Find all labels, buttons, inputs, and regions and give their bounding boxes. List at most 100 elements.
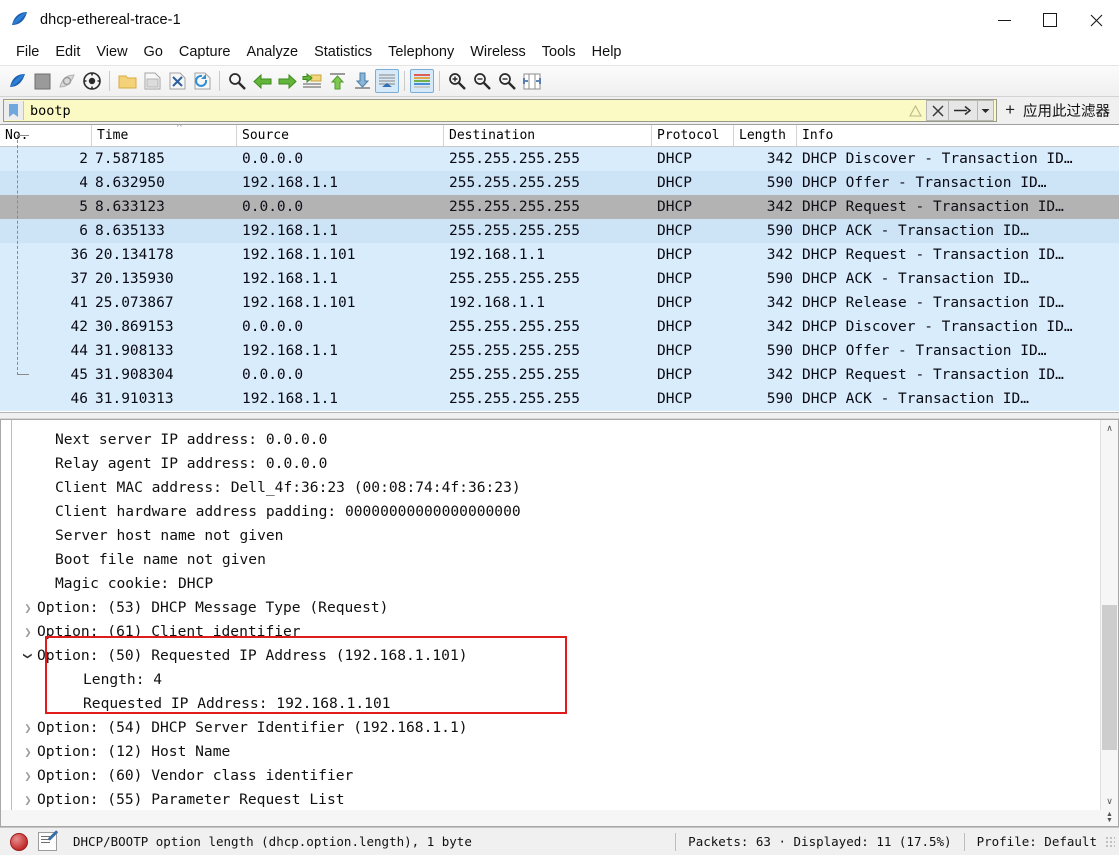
- display-filter-value[interactable]: bootp: [24, 103, 905, 119]
- packet-list-rows[interactable]: 2 7.587185 0.0.0.0 255.255.255.255 DHCP 342 DH…: [0, 147, 1119, 411]
- go-to-packet-icon[interactable]: [300, 69, 324, 93]
- detail-tree-row[interactable]: Magic cookie: DHCP: [1, 572, 1100, 596]
- detail-tree-row[interactable]: Requested IP Address: 192.168.1.101: [1, 692, 1100, 716]
- chevron-right-icon[interactable]: ❯: [19, 596, 37, 620]
- scroll-stepper-icon[interactable]: ▲ ▼: [1101, 811, 1118, 825]
- colorize-icon[interactable]: [410, 69, 434, 93]
- auto-scroll-icon[interactable]: [375, 69, 399, 93]
- table-row[interactable]: 37 20.135930 192.168.1.1 255.255.255.255 DHC…: [0, 267, 1119, 291]
- zoom-reset-icon[interactable]: [495, 69, 519, 93]
- detail-tree-label: Option: (12) Host Name: [37, 743, 231, 760]
- restart-capture-icon[interactable]: [55, 69, 79, 93]
- go-first-packet-icon[interactable]: [325, 69, 349, 93]
- detail-tree-row[interactable]: Relay agent IP address: 0.0.0.0: [1, 452, 1100, 476]
- detail-tree-row[interactable]: ❯ Option: (61) Client identifier: [1, 620, 1100, 644]
- pane-divider[interactable]: [0, 412, 1119, 419]
- menu-view[interactable]: View: [88, 41, 135, 64]
- resize-grip-icon[interactable]: [1105, 835, 1115, 848]
- column-header-no[interactable]: No.: [0, 125, 92, 146]
- go-forward-icon[interactable]: [275, 69, 299, 93]
- chevron-right-icon[interactable]: ❯: [19, 716, 37, 740]
- scroll-thumb[interactable]: [1102, 605, 1117, 750]
- packet-detail-tree[interactable]: Next server IP address: 0.0.0.0 Relay age…: [1, 420, 1100, 810]
- save-file-icon[interactable]: [140, 69, 164, 93]
- detail-tree-row[interactable]: ❯ Option: (54) DHCP Server Identifier (19…: [1, 716, 1100, 740]
- packet-list-pane[interactable]: No. Time Source Destination Protocol Len…: [0, 124, 1119, 412]
- detail-tree-row[interactable]: Length: 4: [1, 668, 1100, 692]
- close-button[interactable]: [1073, 0, 1119, 40]
- detail-tree-row[interactable]: Boot file name not given: [1, 548, 1100, 572]
- column-header-length[interactable]: Length: [734, 125, 797, 146]
- expert-info-red-circle-icon[interactable]: [10, 832, 28, 851]
- table-row[interactable]: 5 8.633123 0.0.0.0 255.255.255.255 DHCP 342 DH…: [0, 195, 1119, 219]
- detail-tree-row[interactable]: ❯ Option: (12) Host Name: [1, 740, 1100, 764]
- scroll-up-arrow-icon[interactable]: ∧: [1101, 420, 1118, 437]
- resize-columns-icon[interactable]: [520, 69, 544, 93]
- scroll-track[interactable]: [1101, 437, 1118, 793]
- table-row[interactable]: 41 25.073867 192.168.1.101 192.168.1.1 DHCP 3…: [0, 291, 1119, 315]
- detail-tree-row[interactable]: ❯ Option: (60) Vendor class identifier: [1, 764, 1100, 788]
- menu-capture[interactable]: Capture: [171, 41, 239, 64]
- menu-file[interactable]: File: [8, 41, 47, 64]
- cell-destination: 192.168.1.1: [449, 295, 546, 311]
- detail-tree-row[interactable]: Client hardware address padding: 0000000…: [1, 500, 1100, 524]
- zoom-out-icon[interactable]: [470, 69, 494, 93]
- clear-filter-icon[interactable]: [926, 100, 950, 121]
- start-capture-icon[interactable]: [5, 69, 29, 93]
- maximize-button[interactable]: [1027, 0, 1073, 40]
- find-packet-icon[interactable]: [225, 69, 249, 93]
- capture-file-comment-icon[interactable]: [38, 832, 57, 851]
- menu-help[interactable]: Help: [584, 41, 630, 64]
- detail-tree-row[interactable]: ❯ Option: (55) Parameter Request List: [1, 788, 1100, 810]
- table-row[interactable]: 46 31.910313 192.168.1.1 255.255.255.255 DHC…: [0, 387, 1119, 411]
- menu-telephony[interactable]: Telephony: [380, 41, 462, 64]
- bookmark-icon[interactable]: [4, 101, 24, 120]
- column-header-destination[interactable]: Destination: [444, 125, 652, 146]
- cell-time: 20.135930: [95, 271, 174, 287]
- menu-go[interactable]: Go: [136, 41, 171, 64]
- minimize-button[interactable]: [981, 0, 1027, 40]
- menu-analyze[interactable]: Analyze: [238, 41, 306, 64]
- table-row[interactable]: 42 30.869153 0.0.0.0 255.255.255.255 DHCP 342…: [0, 315, 1119, 339]
- column-header-protocol[interactable]: Protocol: [652, 125, 734, 146]
- chevron-right-icon[interactable]: ❯: [19, 788, 37, 810]
- display-filter-input[interactable]: bootp: [3, 99, 998, 122]
- detail-vertical-scrollbar[interactable]: ∧ ∨: [1100, 420, 1118, 810]
- apply-filter-arrow-icon[interactable]: [948, 100, 979, 121]
- table-row[interactable]: 2 7.587185 0.0.0.0 255.255.255.255 DHCP 342 DH…: [0, 147, 1119, 171]
- menu-statistics[interactable]: Statistics: [306, 41, 380, 64]
- table-row[interactable]: 36 20.134178 192.168.1.101 192.168.1.1 DHCP 3…: [0, 243, 1119, 267]
- add-filter-button[interactable]: +: [997, 101, 1023, 119]
- reload-file-icon[interactable]: [190, 69, 214, 93]
- menu-tools[interactable]: Tools: [534, 41, 584, 64]
- go-last-packet-icon[interactable]: [350, 69, 374, 93]
- detail-bottom-scrollbar[interactable]: ▲ ▼: [0, 810, 1119, 827]
- filter-history-dropdown-icon[interactable]: [977, 100, 995, 121]
- detail-tree-row[interactable]: Server host name not given: [1, 524, 1100, 548]
- column-header-info[interactable]: Info: [797, 125, 1119, 146]
- packet-detail-pane[interactable]: Next server IP address: 0.0.0.0 Relay age…: [0, 419, 1119, 810]
- table-row[interactable]: 45 31.908304 0.0.0.0 255.255.255.255 DHCP 342…: [0, 363, 1119, 387]
- chevron-right-icon[interactable]: ❯: [19, 620, 37, 644]
- table-row[interactable]: 6 8.635133 192.168.1.1 255.255.255.255 DHCP 5…: [0, 219, 1119, 243]
- table-row[interactable]: 44 31.908133 192.168.1.1 255.255.255.255 DHC…: [0, 339, 1119, 363]
- detail-tree-row[interactable]: Next server IP address: 0.0.0.0: [1, 428, 1100, 452]
- chevron-right-icon[interactable]: ❯: [19, 764, 37, 788]
- detail-tree-row[interactable]: Client MAC address: Dell_4f:36:23 (00:08…: [1, 476, 1100, 500]
- go-back-icon[interactable]: [250, 69, 274, 93]
- stop-capture-icon[interactable]: [30, 69, 54, 93]
- close-file-icon[interactable]: [165, 69, 189, 93]
- menu-edit[interactable]: Edit: [47, 41, 88, 64]
- menu-wireless[interactable]: Wireless: [462, 41, 534, 64]
- chevron-right-icon[interactable]: ❯: [19, 740, 37, 764]
- capture-options-icon[interactable]: [80, 69, 104, 93]
- detail-tree-row[interactable]: ❯ Option: (50) Requested IP Address (192.…: [1, 644, 1100, 668]
- table-row[interactable]: 4 8.632950 192.168.1.1 255.255.255.255 DHCP 5…: [0, 171, 1119, 195]
- zoom-in-icon[interactable]: [445, 69, 469, 93]
- column-header-source[interactable]: Source: [237, 125, 444, 146]
- chevron-down-icon[interactable]: ❯: [16, 647, 40, 665]
- scroll-down-arrow-icon[interactable]: ∨: [1101, 793, 1118, 810]
- detail-tree-row[interactable]: ❯ Option: (53) DHCP Message Type (Request…: [1, 596, 1100, 620]
- column-header-time[interactable]: Time: [92, 125, 237, 146]
- open-file-icon[interactable]: [115, 69, 139, 93]
